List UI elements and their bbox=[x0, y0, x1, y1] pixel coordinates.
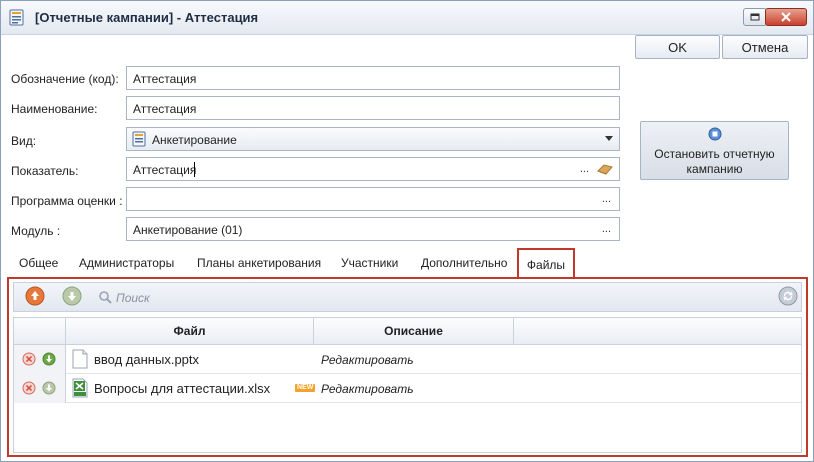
tab-administrators[interactable]: Администраторы bbox=[79, 256, 174, 270]
indicator-input[interactable]: Аттестация ... bbox=[126, 157, 620, 181]
files-table: Файл Описание ввод данных.pptx Редактиро… bbox=[13, 317, 802, 453]
files-table-header: Файл Описание bbox=[14, 318, 801, 345]
download-icon[interactable] bbox=[62, 286, 82, 306]
program-lookup-button[interactable]: ... bbox=[602, 193, 611, 205]
indicator-lookup-button[interactable]: ... bbox=[580, 163, 589, 175]
window-title: [Отчетные кампании] - Аттестация bbox=[35, 10, 259, 25]
module-input[interactable]: Анкетирование (01) ... bbox=[126, 217, 620, 241]
file-name[interactable]: ввод данных.pptx bbox=[94, 352, 199, 367]
cancel-button[interactable]: Отмена bbox=[722, 35, 808, 59]
tab-additional[interactable]: Дополнительно bbox=[421, 256, 507, 270]
program-label: Программа оценки : bbox=[11, 194, 123, 208]
name-input[interactable]: Аттестация bbox=[126, 96, 620, 120]
upload-icon[interactable] bbox=[25, 286, 45, 306]
row-actions bbox=[14, 345, 66, 374]
close-icon bbox=[781, 12, 791, 22]
stop-campaign-label: Остановить отчетную кампанию bbox=[654, 147, 775, 176]
header-description[interactable]: Описание bbox=[314, 318, 514, 344]
files-panel: Поиск Файл Описание ввод данных.pptx Ред… bbox=[7, 277, 808, 457]
kind-select[interactable]: Анкетирование bbox=[126, 127, 620, 151]
download-file-icon[interactable] bbox=[42, 381, 56, 395]
file-description[interactable]: Редактировать bbox=[321, 382, 414, 396]
files-toolbar: Поиск bbox=[13, 282, 802, 312]
refresh-icon[interactable] bbox=[778, 286, 798, 306]
close-button[interactable] bbox=[765, 8, 807, 26]
tab-participants[interactable]: Участники bbox=[341, 256, 398, 270]
file-name[interactable]: Вопросы для аттестации.xlsx bbox=[94, 381, 270, 396]
ok-button[interactable]: OK bbox=[635, 35, 720, 59]
tab-general[interactable]: Общее bbox=[19, 256, 58, 270]
stop-campaign-button[interactable]: Остановить отчетную кампанию bbox=[640, 121, 789, 180]
stop-icon bbox=[708, 127, 722, 141]
module-lookup-button[interactable]: ... bbox=[602, 223, 611, 235]
header-actions bbox=[14, 318, 66, 344]
tab-bar: Общее Администраторы Планы анкетирования… bbox=[1, 248, 813, 278]
kind-label: Вид: bbox=[11, 134, 37, 148]
dialog-window: [Отчетные кампании] - Аттестация OK Отме… bbox=[0, 0, 814, 462]
delete-icon[interactable] bbox=[22, 352, 36, 366]
indicator-value: Аттестация bbox=[133, 163, 197, 177]
new-badge: NEW bbox=[295, 384, 316, 392]
tab-survey-plans[interactable]: Планы анкетирования bbox=[197, 256, 321, 270]
search-icon[interactable] bbox=[98, 290, 112, 304]
tab-files[interactable]: Файлы bbox=[517, 248, 575, 277]
minimize-icon bbox=[750, 13, 760, 21]
search-label[interactable]: Поиск bbox=[116, 291, 150, 305]
code-input[interactable]: Аттестация bbox=[126, 66, 620, 90]
eraser-icon[interactable] bbox=[597, 164, 613, 175]
name-value: Аттестация bbox=[133, 102, 197, 116]
program-input[interactable]: ... bbox=[126, 187, 620, 211]
code-label: Обозначение (код): bbox=[11, 72, 119, 86]
table-row[interactable]: Вопросы для аттестации.xlsx NEW Редактир… bbox=[14, 374, 801, 403]
row-actions bbox=[14, 374, 66, 403]
kind-value: Анкетирование bbox=[152, 133, 237, 147]
app-icon bbox=[9, 9, 24, 26]
name-label: Наименование: bbox=[11, 102, 98, 116]
indicator-label: Показатель: bbox=[11, 164, 79, 178]
document-icon bbox=[72, 349, 88, 369]
text-cursor bbox=[194, 162, 195, 177]
module-value: Анкетирование (01) bbox=[133, 223, 243, 237]
table-row[interactable]: ввод данных.pptx Редактировать bbox=[14, 345, 801, 374]
title-bar: [Отчетные кампании] - Аттестация bbox=[1, 1, 813, 35]
chevron-down-icon bbox=[605, 136, 613, 141]
file-description[interactable]: Редактировать bbox=[321, 353, 414, 367]
excel-file-icon bbox=[72, 378, 88, 398]
delete-icon[interactable] bbox=[22, 381, 36, 395]
download-file-icon[interactable] bbox=[42, 352, 56, 366]
survey-icon bbox=[132, 131, 146, 147]
header-file[interactable]: Файл bbox=[66, 318, 314, 344]
module-label: Модуль : bbox=[11, 224, 61, 238]
code-value: Аттестация bbox=[133, 72, 197, 86]
minimize-button[interactable] bbox=[743, 8, 767, 26]
